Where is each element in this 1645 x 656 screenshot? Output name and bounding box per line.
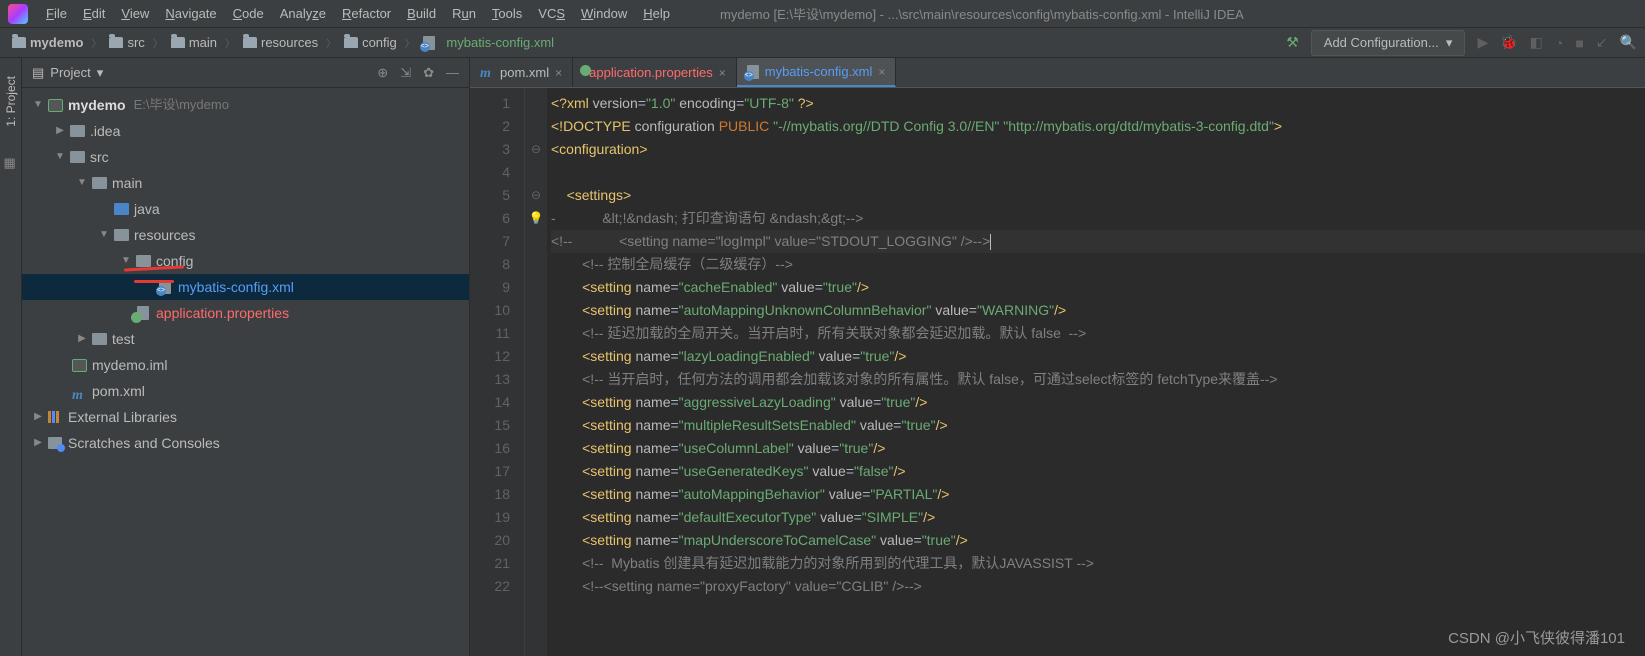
module-icon: [48, 99, 63, 112]
project-tree[interactable]: ▼mydemoE:\毕设\mydemo ▶.idea ▼src ▼main ja…: [22, 88, 469, 460]
tree-root[interactable]: ▼mydemoE:\毕设\mydemo: [22, 92, 469, 118]
structure-tab-icon[interactable]: ▦: [4, 155, 18, 169]
crumb-main[interactable]: main: [167, 33, 221, 52]
code-editor[interactable]: 12345678910111213141516171819202122 ⊖⊖💡 …: [470, 88, 1645, 656]
menu-refactor[interactable]: Refactor: [336, 4, 397, 23]
project-panel-header: ▤ Project ▾ ⊕ ⇲ ✿ —: [22, 58, 469, 88]
tab-appprops[interactable]: application.properties×: [573, 58, 737, 87]
folder-icon: [171, 37, 185, 48]
watermark: CSDN @小飞侠彼得潘101: [1448, 627, 1625, 648]
tree-test[interactable]: ▶test: [22, 326, 469, 352]
menu-code[interactable]: Code: [227, 4, 270, 23]
folder-icon: [70, 125, 85, 137]
crumb-config[interactable]: config: [340, 33, 401, 52]
folder-icon: [92, 177, 107, 189]
menu-run[interactable]: Run: [446, 4, 482, 23]
folder-icon: [12, 37, 26, 48]
xml-file-icon: <>: [423, 36, 435, 50]
code-content[interactable]: <?xml version="1.0" encoding="UTF-8" ?><…: [547, 88, 1645, 656]
xml-file-icon: <>: [747, 65, 759, 79]
settings-icon[interactable]: ✿: [423, 65, 434, 81]
crumb-file[interactable]: <> mybatis-config.xml: [419, 33, 558, 52]
coverage-icon[interactable]: ◧: [1530, 34, 1543, 51]
scratches-icon: [48, 437, 62, 449]
tree-extlib[interactable]: ▶External Libraries: [22, 404, 469, 430]
menu-navigate[interactable]: Navigate: [159, 4, 222, 23]
editor-area: mpom.xml× application.properties× <>myba…: [470, 58, 1645, 656]
editor-tabs: mpom.xml× application.properties× <>myba…: [470, 58, 1645, 88]
tab-mybatis[interactable]: <>mybatis-config.xml×: [737, 58, 897, 87]
menu-edit[interactable]: Edit: [77, 4, 111, 23]
stop-icon[interactable]: ■: [1575, 35, 1583, 51]
project-panel: ▤ Project ▾ ⊕ ⇲ ✿ — ▼mydemoE:\毕设\mydemo …: [22, 58, 470, 656]
hide-icon[interactable]: —: [446, 65, 459, 81]
tree-mybatis-config[interactable]: <>mybatis-config.xml: [22, 274, 469, 300]
crumb-mydemo[interactable]: mydemo: [8, 33, 87, 52]
vcs-update-icon[interactable]: ↙: [1596, 34, 1608, 51]
crumb-src[interactable]: src: [105, 33, 148, 52]
tree-resources[interactable]: ▼resources: [22, 222, 469, 248]
folder-icon: [136, 255, 151, 267]
tree-appprops[interactable]: application.properties: [22, 300, 469, 326]
annotation-underline: [134, 280, 174, 283]
menu-vcs[interactable]: VCS: [532, 4, 571, 23]
gutter-icons: ⊖⊖💡: [525, 88, 547, 656]
menu-help[interactable]: Help: [637, 4, 676, 23]
source-folder-icon: [114, 203, 129, 215]
run-icon[interactable]: ▶: [1477, 34, 1488, 51]
close-icon[interactable]: ×: [878, 65, 885, 79]
crumb-resources[interactable]: resources: [239, 33, 322, 52]
panel-title[interactable]: ▤ Project ▾: [32, 65, 103, 81]
tree-src[interactable]: ▼src: [22, 144, 469, 170]
folder-icon: [243, 37, 257, 48]
debug-icon[interactable]: 🐞: [1500, 34, 1517, 51]
line-gutter: 12345678910111213141516171819202122: [470, 88, 525, 656]
breadcrumb: mydemo〉 src〉 main〉 resources〉 config〉 <>…: [8, 33, 558, 52]
tree-pom[interactable]: mpom.xml: [22, 378, 469, 404]
tree-java[interactable]: java: [22, 196, 469, 222]
run-config-dropdown[interactable]: Add Configuration... ▾: [1311, 30, 1466, 56]
menu-view[interactable]: View: [115, 4, 155, 23]
menu-file[interactable]: File: [40, 4, 73, 23]
window-title: mydemo [E:\毕设\mydemo] - ...\src\main\res…: [720, 4, 1244, 23]
search-icon[interactable]: 🔍: [1620, 34, 1637, 51]
toolbar-right: ⚒ Add Configuration... ▾ ▶ 🐞 ◧ ◔ ■ ↙ 🔍: [1286, 30, 1637, 56]
menu-window[interactable]: Window: [575, 4, 633, 23]
menu-analyze[interactable]: Analyze: [274, 4, 332, 23]
resources-folder-icon: [114, 229, 129, 241]
menu-build[interactable]: Build: [401, 4, 442, 23]
tree-scratches[interactable]: ▶Scratches and Consoles: [22, 430, 469, 456]
maven-icon: m: [480, 66, 494, 80]
tab-pom[interactable]: mpom.xml×: [470, 58, 573, 87]
build-icon[interactable]: ⚒: [1286, 34, 1299, 51]
maven-icon: m: [72, 384, 86, 398]
tree-idea[interactable]: ▶.idea: [22, 118, 469, 144]
tree-config[interactable]: ▼config: [22, 248, 469, 274]
tree-iml[interactable]: mydemo.iml: [22, 352, 469, 378]
select-opened-icon[interactable]: ⊕: [377, 65, 388, 81]
close-icon[interactable]: ×: [555, 66, 562, 80]
folder-icon: [70, 151, 85, 163]
folder-icon: [92, 333, 107, 345]
expand-all-icon[interactable]: ⇲: [400, 65, 411, 81]
profile-icon[interactable]: ◔: [1555, 35, 1563, 51]
folder-icon: [344, 37, 358, 48]
tab-project-vert[interactable]: 1: Project: [2, 68, 20, 135]
tool-window-stripe: 1: Project ▦: [0, 58, 22, 656]
navigation-bar: mydemo〉 src〉 main〉 resources〉 config〉 <>…: [0, 28, 1645, 58]
module-file-icon: [72, 359, 87, 372]
folder-icon: [109, 37, 123, 48]
menu-bar: File Edit View Navigate Code Analyze Ref…: [0, 0, 1645, 28]
library-icon: [48, 411, 62, 423]
tree-main[interactable]: ▼main: [22, 170, 469, 196]
close-icon[interactable]: ×: [719, 66, 726, 80]
app-icon: [8, 4, 28, 24]
menu-tools[interactable]: Tools: [486, 4, 528, 23]
